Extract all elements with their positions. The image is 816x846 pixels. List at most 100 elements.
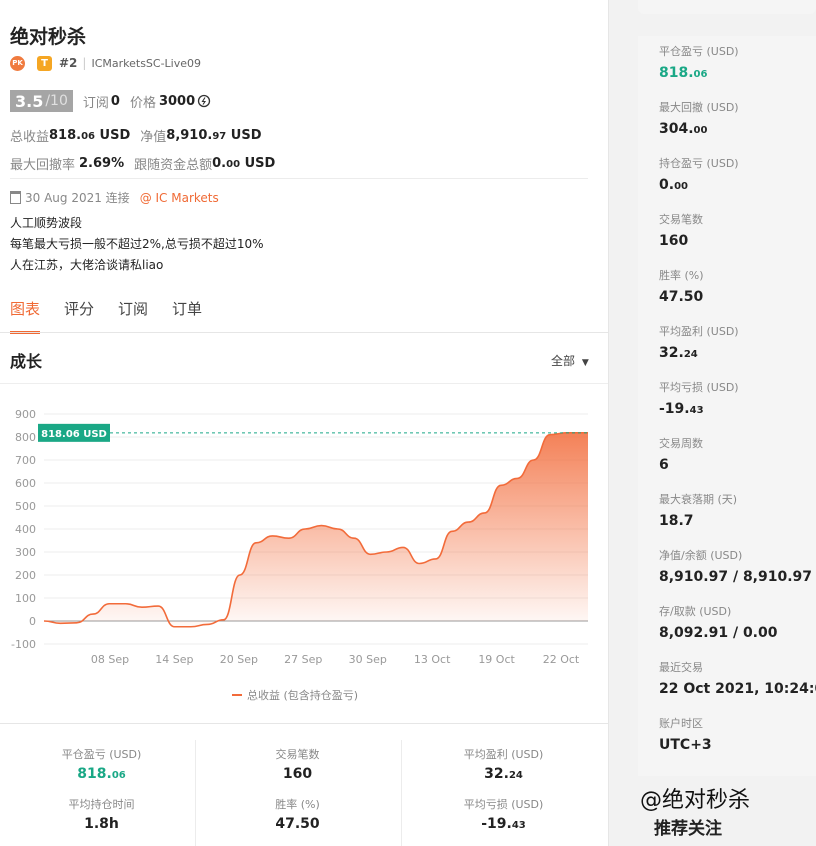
divider (0, 332, 608, 333)
t-badge-icon: T (37, 55, 52, 71)
y-tick-label: 100 (15, 592, 36, 605)
broker-link[interactable]: @ IC Markets (140, 191, 219, 205)
side-stat-label: 平仓盈亏 (USD) (659, 45, 739, 58)
side-stat-label: 账户时区 (659, 717, 703, 730)
growth-title: 成长 (10, 352, 43, 371)
y-tick-label: 400 (15, 523, 36, 536)
divider (0, 723, 608, 724)
side-stat-label: 平均亏损 (USD) (659, 381, 739, 394)
tab-chart[interactable]: 图表 (10, 298, 41, 334)
score-row: 3.5/10 订阅 0 价格 3000 (10, 90, 211, 112)
follow-funds-value: 0.00 USD (212, 156, 276, 171)
side-stat-value: 8,910.97 / 8,910.97 (659, 569, 813, 585)
description-line: 人工顺势波段 (10, 216, 83, 230)
growth-chart: 900 800 700 600 500 400 300 200 100 0 -100 818.06 U… (11, 408, 588, 702)
stat-column: 平均盈利 (USD) 32.24 平均亏损 (USD) -19.43 (401, 740, 605, 846)
server-name: ICMarketsSC-Live09 (91, 56, 202, 70)
tab-subscribe[interactable]: 订阅 (118, 298, 148, 334)
price-label: 价格 (129, 95, 156, 111)
price-value: 3000 (158, 93, 196, 109)
side-stat-item: 持仓盈亏 (USD) 0.00 (659, 155, 739, 193)
side-stat-item: 胜率 (%) 47.50 (659, 267, 704, 305)
stat-item: 平均盈利 (USD) 32.24 (463, 748, 544, 782)
side-stat-label: 胜率 (%) (659, 269, 704, 282)
stat-item: 交易笔数 160 (275, 748, 320, 782)
description-line: 每笔最大亏损一般不超过2%,总亏损不超过10% (10, 237, 264, 251)
side-stat-item: 平均盈利 (USD) 32.24 (659, 323, 739, 361)
side-stat-label: 最大回撤 (USD) (659, 101, 739, 114)
page-title: 绝对秒杀 (10, 26, 87, 48)
rank-label: #2 (59, 56, 78, 70)
description-line: 人在江苏，大佬洽谈请私liao (10, 258, 164, 272)
side-stat-item: 最大衰落期 (天) 18.7 (659, 491, 737, 529)
pk-badge-icon: PK (10, 55, 25, 71)
y-tick-label: 900 (15, 408, 36, 421)
range-filter-dropdown[interactable]: 全部 ▼ (551, 352, 589, 369)
side-stat-item: 交易周数 6 (659, 435, 703, 473)
drawdown-follow-row: 最大回撤率 2.69% 跟随资金总额 0.00 USD (10, 154, 275, 173)
profit-equity-row: 总收益 818.06 USD 净值 8,910.97 USD (10, 126, 262, 145)
side-stat-value: 18.7 (659, 513, 694, 529)
tab-bar: 图表 评分 订阅 订单 (10, 298, 226, 334)
separator: | (82, 56, 87, 70)
side-stat-label: 交易周数 (659, 437, 703, 450)
sidebar-top-card (638, 0, 816, 14)
subscriptions-value: 0 (110, 93, 120, 109)
watermark: @绝对秒杀 (640, 788, 751, 813)
side-stat-value: 818.06 (659, 65, 708, 81)
recommend-heading: 推荐关注 (654, 819, 722, 839)
stat-item: 胜率 (%) 47.50 (275, 798, 320, 832)
x-tick-label: 22 Oct (543, 653, 580, 666)
y-tick-label: 800 (15, 431, 36, 444)
side-stat-value: UTC+3 (659, 737, 712, 753)
side-stat-label: 最大衰落期 (天) (659, 493, 738, 506)
total-profit-value: 818.06 USD (49, 128, 131, 143)
side-stat-value: 32.24 (659, 345, 698, 361)
stat-item: 平均亏损 (USD) -19.43 (463, 798, 544, 832)
y-tick-label: 700 (15, 454, 36, 467)
side-stat-item: 净值/余额 (USD) 8,910.97 / 8,910.97 (659, 547, 812, 585)
x-tick-label: 27 Sep (284, 653, 322, 666)
max-drawdown-value: 2.69% (79, 156, 125, 171)
side-stat-label: 交易笔数 (659, 213, 703, 226)
equity-label: 净值 (140, 130, 167, 145)
x-tick-label: 30 Sep (349, 653, 387, 666)
divider (0, 383, 608, 384)
score-badge: 3.5/10 (10, 90, 73, 112)
side-stat-item: 平均亏损 (USD) -19.43 (659, 379, 739, 417)
x-tick-label: 20 Sep (220, 653, 258, 666)
total-profit-label: 总收益 (10, 130, 50, 145)
side-stat-label: 存/取款 (USD) (659, 605, 732, 618)
main-panel: 绝对秒杀 PK T #2 | ICMarketsSC-Live09 3.5/10… (0, 0, 609, 846)
stat-item: 平均持仓时间 1.8h (68, 798, 135, 832)
x-tick-label: 13 Oct (414, 653, 451, 666)
y-tick-label: -100 (11, 638, 36, 651)
connection-row: 30 Aug 2021 连接 @ IC Markets (10, 189, 219, 206)
y-tick-label: 300 (15, 546, 36, 559)
side-stat-item: 交易笔数 160 (659, 211, 703, 249)
side-stat-item: 存/取款 (USD) 8,092.91 / 0.00 (659, 603, 778, 641)
side-stat-label: 持仓盈亏 (USD) (659, 157, 739, 170)
side-stat-item: 平仓盈亏 (USD) 818.06 (659, 43, 739, 81)
x-tick-label: 19 Oct (478, 653, 515, 666)
y-tick-label: 500 (15, 500, 36, 513)
tab-orders[interactable]: 订单 (172, 298, 202, 334)
side-stat-value: 160 (659, 233, 689, 249)
side-stat-value: 6 (659, 457, 669, 473)
badge-row: PK T #2 | ICMarketsSC-Live09 (10, 54, 201, 72)
side-stat-value: 8,092.91 / 0.00 (659, 625, 778, 641)
subscriptions-label: 订阅 (82, 95, 109, 111)
side-stat-label: 净值/余额 (USD) (659, 549, 743, 562)
bottom-stats: 平仓盈亏 (USD) 818.06 平均持仓时间 1.8h 交易笔数 160 胜… (0, 740, 608, 846)
tab-rating[interactable]: 评分 (64, 298, 94, 334)
side-stat-value: 304.00 (659, 121, 708, 137)
x-tick-label: 14 Sep (155, 653, 193, 666)
stat-column: 平仓盈亏 (USD) 818.06 平均持仓时间 1.8h (0, 740, 203, 846)
current-value-label: 818.06 USD (41, 429, 107, 440)
stat-item: 平仓盈亏 (USD) 818.06 (61, 748, 142, 782)
side-stat-label: 平均盈利 (USD) (659, 325, 739, 338)
side-stat-value: 0.00 (659, 177, 688, 193)
follow-funds-label: 跟随资金总额 (134, 158, 213, 173)
side-stat-value: 22 Oct 2021, 10:24:04 (659, 681, 816, 697)
calendar-icon (10, 191, 21, 204)
